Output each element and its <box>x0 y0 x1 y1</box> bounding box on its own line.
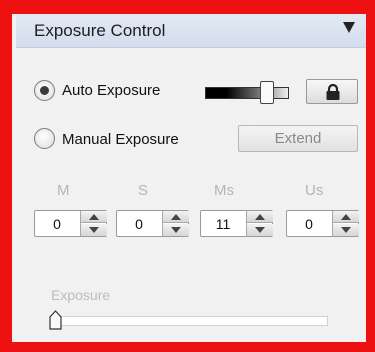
manual-exposure-radio[interactable] <box>34 128 55 149</box>
milliseconds-value[interactable]: 11 <box>201 211 245 236</box>
radio-selected-dot <box>40 86 49 95</box>
seconds-spinbox[interactable]: 0 <box>116 210 189 237</box>
seconds-value[interactable]: 0 <box>117 211 161 236</box>
arrow-down-icon <box>255 227 265 233</box>
seconds-increment-button[interactable] <box>163 211 189 223</box>
auto-exposure-level-slider[interactable] <box>205 87 289 99</box>
exposure-slider-thumb[interactable] <box>49 310 62 330</box>
arrow-up-icon <box>171 214 181 220</box>
microseconds-spinbox[interactable]: 0 <box>286 210 359 237</box>
minutes-spinbox[interactable]: 0 <box>34 210 107 237</box>
milliseconds-spinbox[interactable]: 11 <box>200 210 273 237</box>
minutes-decrement-button[interactable] <box>81 224 107 236</box>
arrow-up-icon <box>341 214 351 220</box>
unit-label-seconds: S <box>138 182 149 199</box>
unit-label-milliseconds: Ms <box>214 182 234 199</box>
exposure-slider-label: Exposure <box>51 287 111 303</box>
arrow-down-icon <box>171 227 181 233</box>
arrow-up-icon <box>255 214 265 220</box>
milliseconds-decrement-button[interactable] <box>247 224 273 236</box>
unit-label-minutes: M <box>57 182 70 199</box>
seconds-decrement-button[interactable] <box>163 224 189 236</box>
extend-button[interactable]: Extend <box>238 125 358 152</box>
auto-exposure-label[interactable]: Auto Exposure <box>62 82 160 99</box>
microseconds-decrement-button[interactable] <box>333 224 359 236</box>
minutes-increment-button[interactable] <box>81 211 107 223</box>
exposure-slider-track[interactable] <box>52 316 328 326</box>
arrow-down-icon <box>89 227 99 233</box>
header-title: Exposure Control <box>34 21 166 40</box>
triangle-down-icon[interactable] <box>343 22 355 33</box>
auto-exposure-slider-thumb[interactable] <box>260 81 274 104</box>
lock-icon <box>326 84 340 100</box>
manual-exposure-label[interactable]: Manual Exposure <box>62 131 179 148</box>
auto-exposure-radio[interactable] <box>34 80 55 101</box>
arrow-down-icon <box>341 227 351 233</box>
microseconds-increment-button[interactable] <box>333 211 359 223</box>
microseconds-value[interactable]: 0 <box>287 211 331 236</box>
milliseconds-increment-button[interactable] <box>247 211 273 223</box>
unit-label-microseconds: Us <box>305 182 324 199</box>
arrow-up-icon <box>89 214 99 220</box>
lock-button[interactable] <box>306 79 358 104</box>
minutes-value[interactable]: 0 <box>35 211 79 236</box>
